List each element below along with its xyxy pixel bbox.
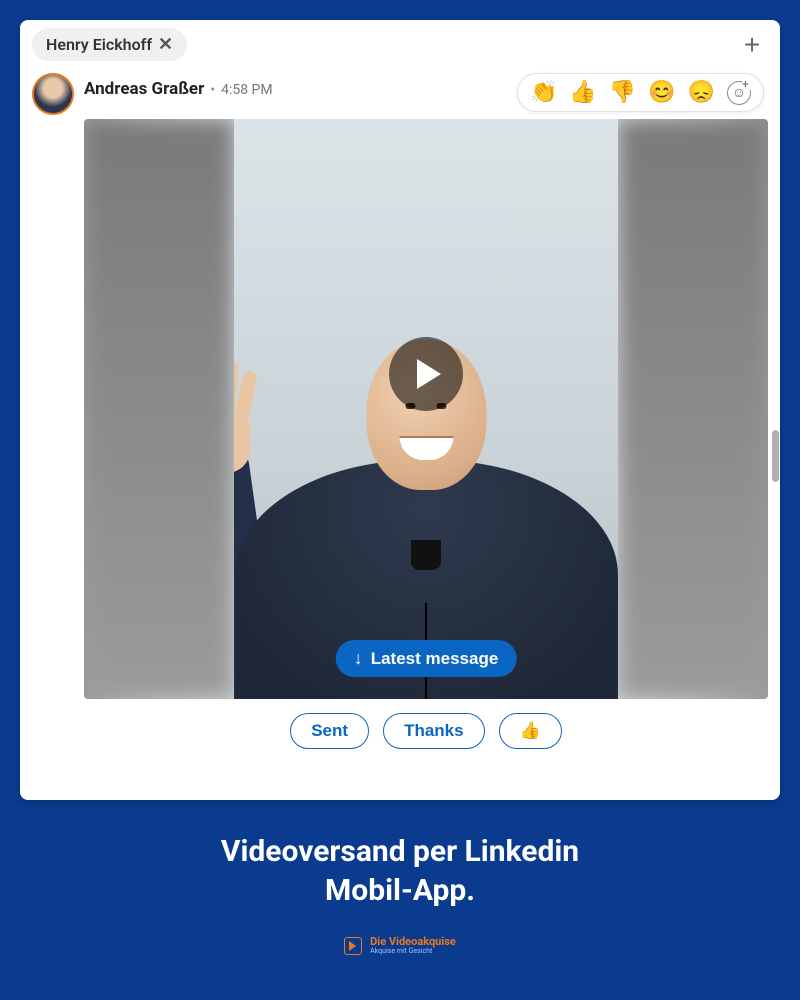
- recipient-chip[interactable]: Henry Eickhoff ✕: [32, 28, 187, 61]
- sender-name[interactable]: Andreas Graßer: [84, 79, 204, 99]
- video-blur-left: [84, 119, 234, 699]
- brand-tagline: Akquise mit Gesicht: [370, 948, 456, 956]
- reaction-clap[interactable]: 👏: [530, 80, 557, 105]
- reaction-thumbs-up[interactable]: 👍: [569, 80, 596, 105]
- play-icon: [417, 359, 441, 389]
- add-reaction-icon[interactable]: ☺: [727, 81, 751, 105]
- brand-mark-icon: [344, 937, 362, 955]
- video-message[interactable]: ↓ Latest message: [84, 119, 768, 699]
- scrollbar[interactable]: [770, 20, 780, 800]
- meta-separator: •: [210, 82, 215, 98]
- quick-reply-sent[interactable]: Sent: [290, 713, 369, 749]
- remove-recipient-icon[interactable]: ✕: [158, 34, 173, 55]
- reaction-picker: 👏 👍 👎 😊 😞 ☺: [517, 73, 764, 112]
- video-blur-right: [618, 119, 768, 699]
- reaction-smile[interactable]: 😊: [648, 80, 675, 105]
- message-meta: Andreas Graßer • 4:58 PM: [84, 73, 273, 99]
- quick-reply-thanks[interactable]: Thanks: [383, 713, 485, 749]
- add-recipient-button[interactable]: +: [736, 29, 768, 61]
- scrollbar-thumb[interactable]: [772, 430, 779, 482]
- play-button[interactable]: [389, 337, 463, 411]
- arrow-down-icon: ↓: [354, 648, 363, 669]
- quick-reply-thumbs-up[interactable]: 👍: [499, 713, 562, 749]
- message-body: ↓ Latest message Sent Thanks 👍: [20, 115, 780, 800]
- brand-logo: Die Videoakquise Akquise mit Gesicht: [20, 936, 780, 956]
- latest-message-label: Latest message: [371, 649, 499, 669]
- caption-block: Videoversand per Linkedin Mobil-App. Die…: [20, 832, 780, 956]
- caption-line-1: Videoversand per Linkedin: [20, 832, 780, 871]
- sender-avatar[interactable]: [32, 73, 74, 115]
- conversation-header: Henry Eickhoff ✕ +: [20, 20, 780, 69]
- caption-line-2: Mobil-App.: [20, 871, 780, 910]
- messaging-panel: Henry Eickhoff ✕ + Andreas Graßer • 4:58…: [20, 20, 780, 800]
- recipient-name: Henry Eickhoff: [46, 35, 152, 54]
- reaction-thumbs-down[interactable]: 👎: [609, 80, 636, 105]
- message-time: 4:58 PM: [221, 82, 273, 98]
- quick-reply-row: Sent Thanks 👍: [290, 699, 562, 761]
- brand-name: Die Videoakquise Akquise mit Gesicht: [370, 936, 456, 956]
- latest-message-button[interactable]: ↓ Latest message: [336, 640, 517, 677]
- reaction-sad[interactable]: 😞: [688, 80, 715, 105]
- message-header: Andreas Graßer • 4:58 PM 👏 👍 👎 😊 😞 ☺: [20, 69, 780, 115]
